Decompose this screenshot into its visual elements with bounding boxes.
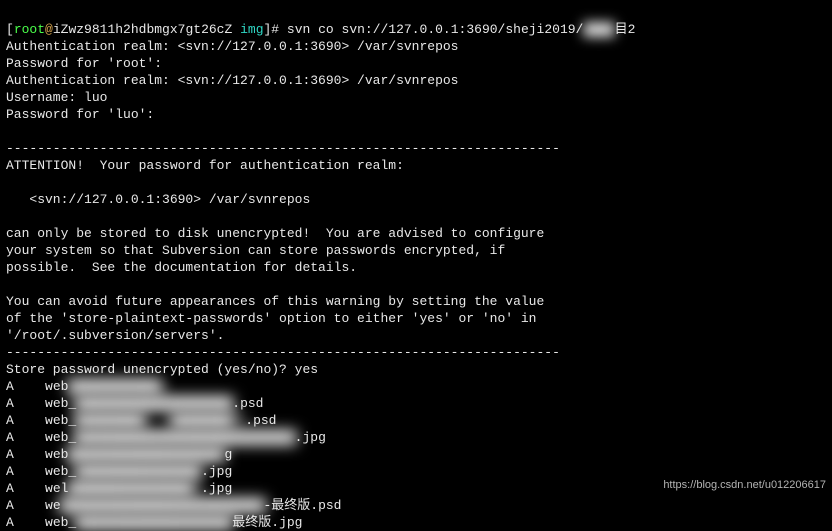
separator-line: ----------------------------------------… bbox=[6, 141, 560, 156]
status-col: A bbox=[6, 481, 45, 496]
separator-line: ----------------------------------------… bbox=[6, 345, 560, 360]
redacted-file: ████████████████ bbox=[75, 463, 202, 480]
file-row: A web_████████████████████.psd bbox=[6, 396, 263, 411]
prompt-at: @ bbox=[45, 22, 53, 37]
file-name-start: web_ bbox=[45, 430, 76, 445]
redacted-file: ████████████████████ bbox=[75, 514, 234, 531]
output-line: Username: luo bbox=[6, 90, 107, 105]
output-line: Password for 'root': bbox=[6, 56, 162, 71]
file-ext: g bbox=[224, 447, 232, 462]
watermark-url: https://blog.csdn.net/u012206617 bbox=[663, 477, 826, 494]
status-col: A bbox=[6, 396, 45, 411]
file-name-start: web_ bbox=[45, 396, 76, 411]
file-row: A web████████████████████g bbox=[6, 447, 232, 462]
output-line: '/root/.subversion/servers'. bbox=[6, 328, 224, 343]
output-line: Authentication realm: <svn://127.0.0.1:3… bbox=[6, 73, 458, 88]
prompt-dir: img bbox=[240, 22, 263, 37]
file-name-start: web_ bbox=[45, 464, 76, 479]
status-col: A bbox=[6, 498, 45, 513]
output-line: possible. See the documentation for deta… bbox=[6, 260, 357, 275]
prompt-line[interactable]: [root@iZwz9811h2hdbmgx7gt26cZ img]# svn … bbox=[6, 22, 635, 37]
prompt-user: root bbox=[14, 22, 45, 37]
attention-line: ATTENTION! Your password for authenticat… bbox=[6, 158, 404, 173]
redacted-file: ████████████ bbox=[67, 378, 162, 395]
redacted-file: ██████████████████████████ bbox=[59, 497, 266, 514]
output-line: Authentication realm: <svn://127.0.0.1:3… bbox=[6, 39, 458, 54]
file-name-start: web bbox=[45, 379, 68, 394]
output-line: You can avoid future appearances of this… bbox=[6, 294, 544, 309]
file-ext: 最终版.jpg bbox=[232, 515, 302, 530]
file-row: A web_█████████ ████████本.psd bbox=[6, 413, 276, 428]
bracket-close: ]# bbox=[264, 22, 287, 37]
file-ext: .psd bbox=[245, 413, 276, 428]
output-line: <svn://127.0.0.1:3690> /var/svnrepos bbox=[6, 192, 310, 207]
command-text: svn co svn://127.0.0.1:3690/sheji2019/ bbox=[287, 22, 583, 37]
file-name-start: web_ bbox=[45, 515, 76, 530]
store-password-prompt[interactable]: Store password unencrypted (yes/no)? yes bbox=[6, 362, 318, 377]
file-row: A web_████████████████████最终版.jpg bbox=[6, 515, 302, 530]
status-col: A bbox=[6, 379, 45, 394]
prompt-host: iZwz9811h2hdbmgx7gt26cZ bbox=[53, 22, 232, 37]
file-ext: .psd bbox=[232, 396, 263, 411]
redacted-file: █████████ ████████本 bbox=[75, 412, 247, 429]
file-row: A web████████████ bbox=[6, 379, 162, 394]
file-ext: .jpg bbox=[295, 430, 326, 445]
status-col: A bbox=[6, 515, 45, 530]
redacted-path: ████ bbox=[583, 21, 614, 38]
status-col: A bbox=[6, 430, 45, 445]
output-line: your system so that Subversion can store… bbox=[6, 243, 505, 258]
status-col: A bbox=[6, 447, 45, 462]
bracket-open: [ bbox=[6, 22, 14, 37]
file-name-start: web bbox=[45, 447, 68, 462]
terminal-output: [root@iZwz9811h2hdbmgx7gt26cZ img]# svn … bbox=[6, 4, 826, 531]
file-name-start: wel bbox=[45, 481, 68, 496]
redacted-file: ████████████████3 bbox=[67, 480, 202, 497]
output-line: Password for 'luo': bbox=[6, 107, 154, 122]
file-row: A web_████████████████████████████.jpg bbox=[6, 430, 326, 445]
output-line: can only be stored to disk unencrypted! … bbox=[6, 226, 544, 241]
file-ext: .jpg bbox=[201, 464, 232, 479]
file-row: A wel████████████████3.jpg bbox=[6, 481, 232, 496]
file-row: A we██████████████████████████-最终版.psd bbox=[6, 498, 341, 513]
file-row: A web_████████████████.jpg bbox=[6, 464, 232, 479]
redacted-file: ████████████████████ bbox=[75, 395, 234, 412]
file-ext: -最终版.psd bbox=[263, 498, 341, 513]
status-col: A bbox=[6, 413, 45, 428]
redacted-file: ████████████████████████████ bbox=[74, 429, 297, 446]
status-col: A bbox=[6, 464, 45, 479]
output-line: of the 'store-plaintext-passwords' optio… bbox=[6, 311, 537, 326]
path-suffix: 目2 bbox=[615, 22, 636, 37]
file-ext: .jpg bbox=[201, 481, 232, 496]
file-name-start: web_ bbox=[45, 413, 76, 428]
redacted-file: ████████████████████ bbox=[67, 446, 226, 463]
